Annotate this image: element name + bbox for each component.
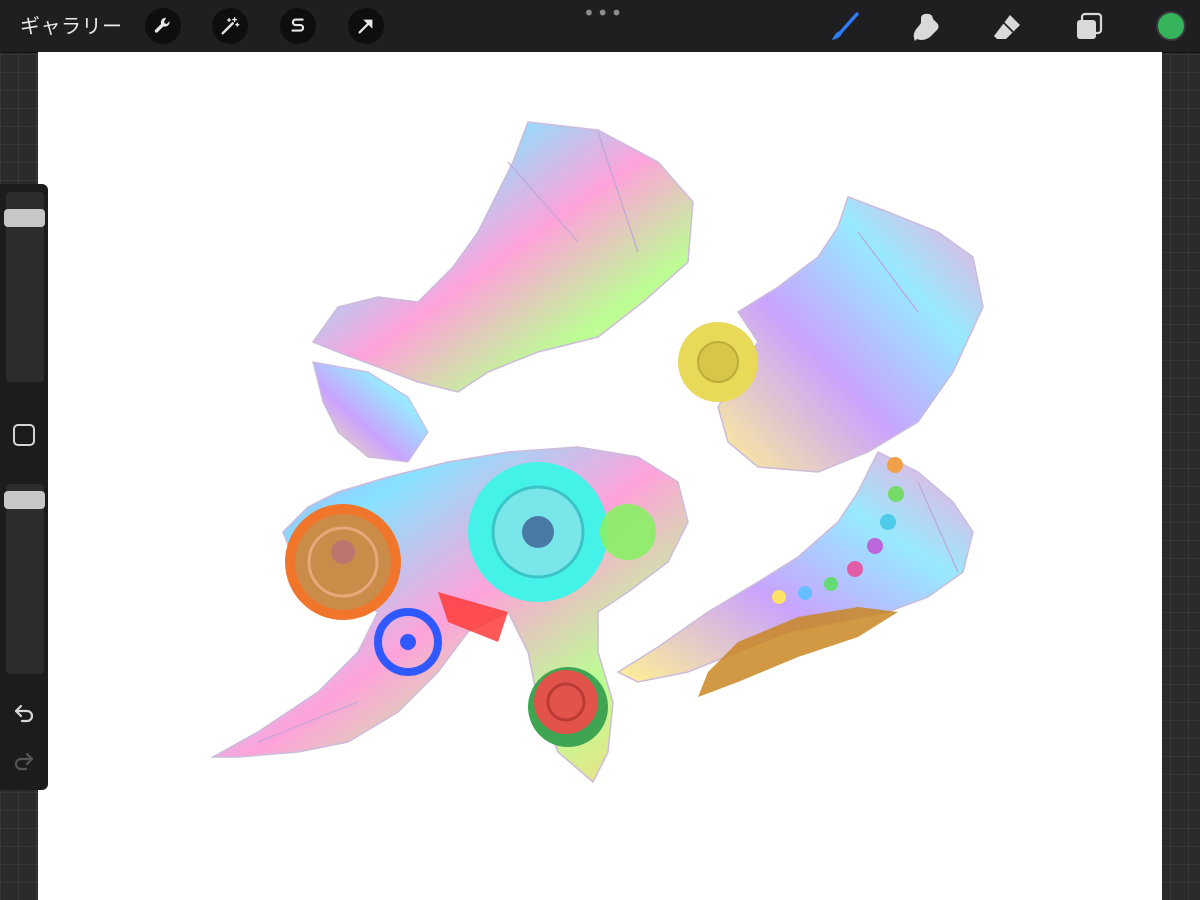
smudge-tool-button[interactable] — [908, 8, 946, 46]
eraser-icon — [994, 15, 1020, 39]
selection-s-icon — [291, 18, 305, 32]
opacity-slider[interactable] — [6, 484, 44, 674]
top-toolbar: ギャラリー ••• — [0, 0, 1200, 53]
undo-button[interactable] — [10, 698, 38, 726]
drawing-canvas[interactable] — [38, 52, 1162, 900]
adjustments-button[interactable] — [212, 8, 248, 44]
modify-button[interactable] — [13, 424, 35, 446]
magic-wand-icon — [221, 17, 240, 35]
undo-icon — [14, 704, 34, 723]
redo-icon — [14, 752, 34, 771]
color-swatch[interactable] — [1156, 11, 1186, 41]
opacity-slider-thumb[interactable] — [4, 490, 45, 509]
more-options-button[interactable]: ••• — [583, 3, 622, 24]
transform-arrow-icon — [358, 19, 373, 34]
transform-button[interactable] — [348, 8, 384, 44]
artwork — [210, 121, 984, 784]
actions-wrench-button[interactable] — [145, 8, 181, 44]
wrench-icon — [154, 17, 170, 33]
brush-size-slider-thumb[interactable] — [4, 209, 45, 228]
brush-tool-button[interactable] — [826, 8, 864, 46]
eraser-tool-button[interactable] — [988, 8, 1026, 46]
selection-button[interactable] — [280, 8, 316, 44]
calligraphy-artwork — [210, 121, 984, 784]
gallery-button[interactable]: ギャラリー — [20, 12, 123, 40]
layers-button[interactable] — [1070, 8, 1108, 46]
layers-icon — [1077, 12, 1103, 39]
smudge-icon — [913, 13, 939, 41]
redo-button[interactable] — [10, 746, 38, 774]
left-sidebar — [0, 184, 48, 790]
brush-icon — [832, 12, 859, 40]
